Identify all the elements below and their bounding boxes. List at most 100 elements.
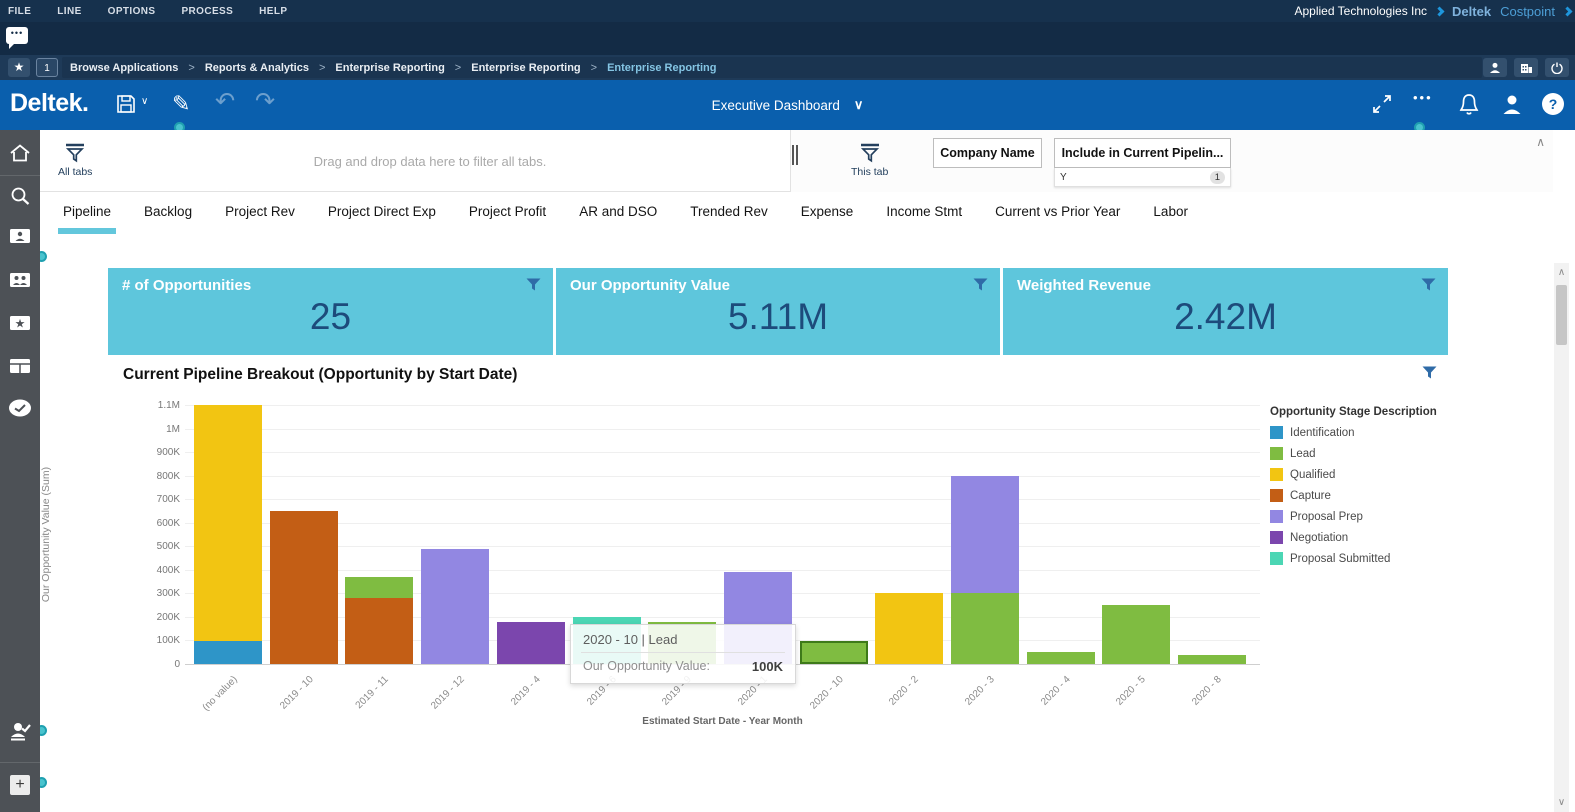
this-tab-label: This tab xyxy=(851,166,888,178)
all-tabs-label: All tabs xyxy=(58,166,92,178)
chart-title: Current Pipeline Breakout (Opportunity b… xyxy=(123,366,517,384)
breadcrumb-item[interactable]: Enterprise Reporting xyxy=(471,62,580,74)
favorites-folder-icon[interactable]: ★ xyxy=(0,315,40,331)
x-tick-label: 2019 - 11 xyxy=(327,674,391,738)
svg-text:?: ? xyxy=(1549,96,1558,112)
filter-drop-zone[interactable]: Drag and drop data here to filter all ta… xyxy=(160,130,700,192)
recent-clock-icon[interactable] xyxy=(0,398,40,418)
tab-expense[interactable]: Expense xyxy=(796,192,859,238)
tab-trended-rev[interactable]: Trended Rev xyxy=(685,192,773,238)
breadcrumb-separator: > xyxy=(319,62,325,74)
scroll-down-icon[interactable]: ∨ xyxy=(1554,797,1569,808)
y-tick-label: 500K xyxy=(120,541,180,552)
chat-bubble-icon[interactable]: ••• xyxy=(6,27,28,44)
organization-icon[interactable] xyxy=(1514,58,1538,77)
tab-project-direct-exp[interactable]: Project Direct Exp xyxy=(323,192,441,238)
tab-pipeline[interactable]: Pipeline xyxy=(58,192,116,238)
tabs: Pipeline Backlog Project Rev Project Direct… xyxy=(58,192,1193,238)
collapse-panel-icon[interactable]: ∧ xyxy=(1536,135,1545,149)
y-tick-label: 1M xyxy=(120,424,180,435)
kpi-value: 25 xyxy=(108,296,553,338)
chart-filter-funnel-icon[interactable] xyxy=(1422,366,1437,379)
chevron-down-icon: ∨ xyxy=(854,97,864,113)
kpi-card-opportunity-value[interactable]: Our Opportunity Value 5.11M xyxy=(556,268,1000,355)
breadcrumb-current: Enterprise Reporting xyxy=(607,62,716,74)
legend-swatch xyxy=(1270,489,1283,502)
filter-funnel-icon[interactable] xyxy=(973,278,988,291)
x-tick-label: (no value) xyxy=(175,674,239,738)
filter-row: All tabs Drag and drop data here to filt… xyxy=(40,130,1553,192)
breadcrumb-item[interactable]: Reports & Analytics xyxy=(205,62,309,74)
pane-drag-handle-icon[interactable] xyxy=(792,145,798,165)
kpi-card-weighted-revenue[interactable]: Weighted Revenue 2.42M xyxy=(1003,268,1448,355)
tab-income-stmt[interactable]: Income Stmt xyxy=(881,192,967,238)
all-tabs-filter[interactable]: All tabs xyxy=(58,142,92,178)
search-icon[interactable] xyxy=(0,185,40,207)
filter-funnel-icon[interactable] xyxy=(1421,278,1436,291)
menu-item-process[interactable]: PROCESS xyxy=(181,6,233,17)
brand-costpoint: Costpoint xyxy=(1500,4,1555,19)
dashboard-selector[interactable]: Executive Dashboard ∨ xyxy=(0,80,1575,130)
applications-folder-icon[interactable] xyxy=(0,358,40,374)
help-icon[interactable]: ? xyxy=(1541,92,1565,116)
scroll-up-icon[interactable]: ∧ xyxy=(1554,267,1569,278)
chart-tooltip: 2020 - 10 | Lead Our Opportunity Value: … xyxy=(570,624,796,684)
y-tick-label: 800K xyxy=(120,471,180,482)
home-icon[interactable] xyxy=(0,143,40,163)
legend-item-lead[interactable]: Lead xyxy=(1270,447,1470,460)
favorite-star-icon[interactable]: ★ xyxy=(8,58,30,77)
filter-chip-company-name[interactable]: Company Name xyxy=(933,138,1042,168)
menu-item-help[interactable]: HELP xyxy=(259,6,287,17)
legend-item-qualified[interactable]: Qualified xyxy=(1270,468,1470,481)
legend-item-capture[interactable]: Capture xyxy=(1270,489,1470,502)
legend-label: Qualified xyxy=(1290,469,1335,481)
tab-current-vs-prior-year[interactable]: Current vs Prior Year xyxy=(990,192,1125,238)
employee-folder-icon[interactable] xyxy=(0,228,40,244)
y-tick-label: 1.1M xyxy=(120,400,180,411)
window-count-badge[interactable]: 1 xyxy=(36,58,58,77)
legend-item-negotiation[interactable]: Negotiation xyxy=(1270,531,1470,544)
menu-item-file[interactable]: FILE xyxy=(8,6,31,17)
legend-swatch xyxy=(1270,552,1283,565)
expand-icon[interactable] xyxy=(1372,94,1392,114)
filter-chip-value-row[interactable]: Y 1 xyxy=(1054,168,1231,187)
message-strip: ••• xyxy=(0,22,1575,55)
breadcrumb-item[interactable]: Enterprise Reporting xyxy=(335,62,444,74)
x-tick-label: 2020 - 5 xyxy=(1084,674,1148,738)
logout-power-icon[interactable] xyxy=(1545,58,1569,77)
user-icon[interactable] xyxy=(1483,58,1507,77)
user-profile-icon[interactable] xyxy=(1501,93,1523,115)
breadcrumb-bar: ★ 1 Browse Applications > Reports & Analyt… xyxy=(0,55,1575,80)
tooltip-label: Our Opportunity Value: xyxy=(583,659,752,674)
filter-funnel-icon[interactable] xyxy=(526,278,541,291)
tab-backlog[interactable]: Backlog xyxy=(139,192,197,238)
top-right-brand: Applied Technologies Inc Deltek Costpoin… xyxy=(1295,0,1572,22)
kpi-card-opportunities[interactable]: # of Opportunities 25 xyxy=(108,268,553,355)
people-folder-icon[interactable] xyxy=(0,272,40,288)
legend-item-proposal-submitted[interactable]: Proposal Submitted xyxy=(1270,552,1470,565)
legend-item-identification[interactable]: Identification xyxy=(1270,426,1470,439)
user-check-icon[interactable] xyxy=(0,720,40,742)
tab-labor[interactable]: Labor xyxy=(1148,192,1193,238)
menu-item-options[interactable]: OPTIONS xyxy=(108,6,156,17)
kpi-title: # of Opportunities xyxy=(122,277,251,294)
filter-chip-include-pipeline[interactable]: Include in Current Pipelin... xyxy=(1054,138,1231,168)
notifications-bell-icon[interactable] xyxy=(1458,93,1480,117)
scrollbar-thumb[interactable] xyxy=(1556,285,1567,345)
y-tick-label: 600K xyxy=(120,518,180,529)
menu-items: FILE LINE OPTIONS PROCESS HELP xyxy=(8,0,287,22)
dashboard-selector-label: Executive Dashboard xyxy=(712,98,840,113)
vertical-scrollbar[interactable]: ∧ ∨ xyxy=(1554,263,1569,812)
tab-project-profit[interactable]: Project Profit xyxy=(464,192,551,238)
more-options-icon[interactable]: ••• xyxy=(1413,90,1433,105)
legend-item-proposal-prep[interactable]: Proposal Prep xyxy=(1270,510,1470,523)
x-tick-label: 2020 - 3 xyxy=(932,674,996,738)
add-plus-button[interactable]: + xyxy=(10,775,30,795)
kpi-value: 5.11M xyxy=(556,296,1000,338)
tab-project-rev[interactable]: Project Rev xyxy=(220,192,300,238)
y-axis-ticks: 1.1M1M900K800K700K600K500K400K300K200K10… xyxy=(120,405,180,664)
breadcrumb-item[interactable]: Browse Applications xyxy=(70,62,178,74)
menu-item-line[interactable]: LINE xyxy=(57,6,81,17)
this-tab-filter[interactable]: This tab xyxy=(851,142,888,178)
tab-ar-and-dso[interactable]: AR and DSO xyxy=(574,192,662,238)
